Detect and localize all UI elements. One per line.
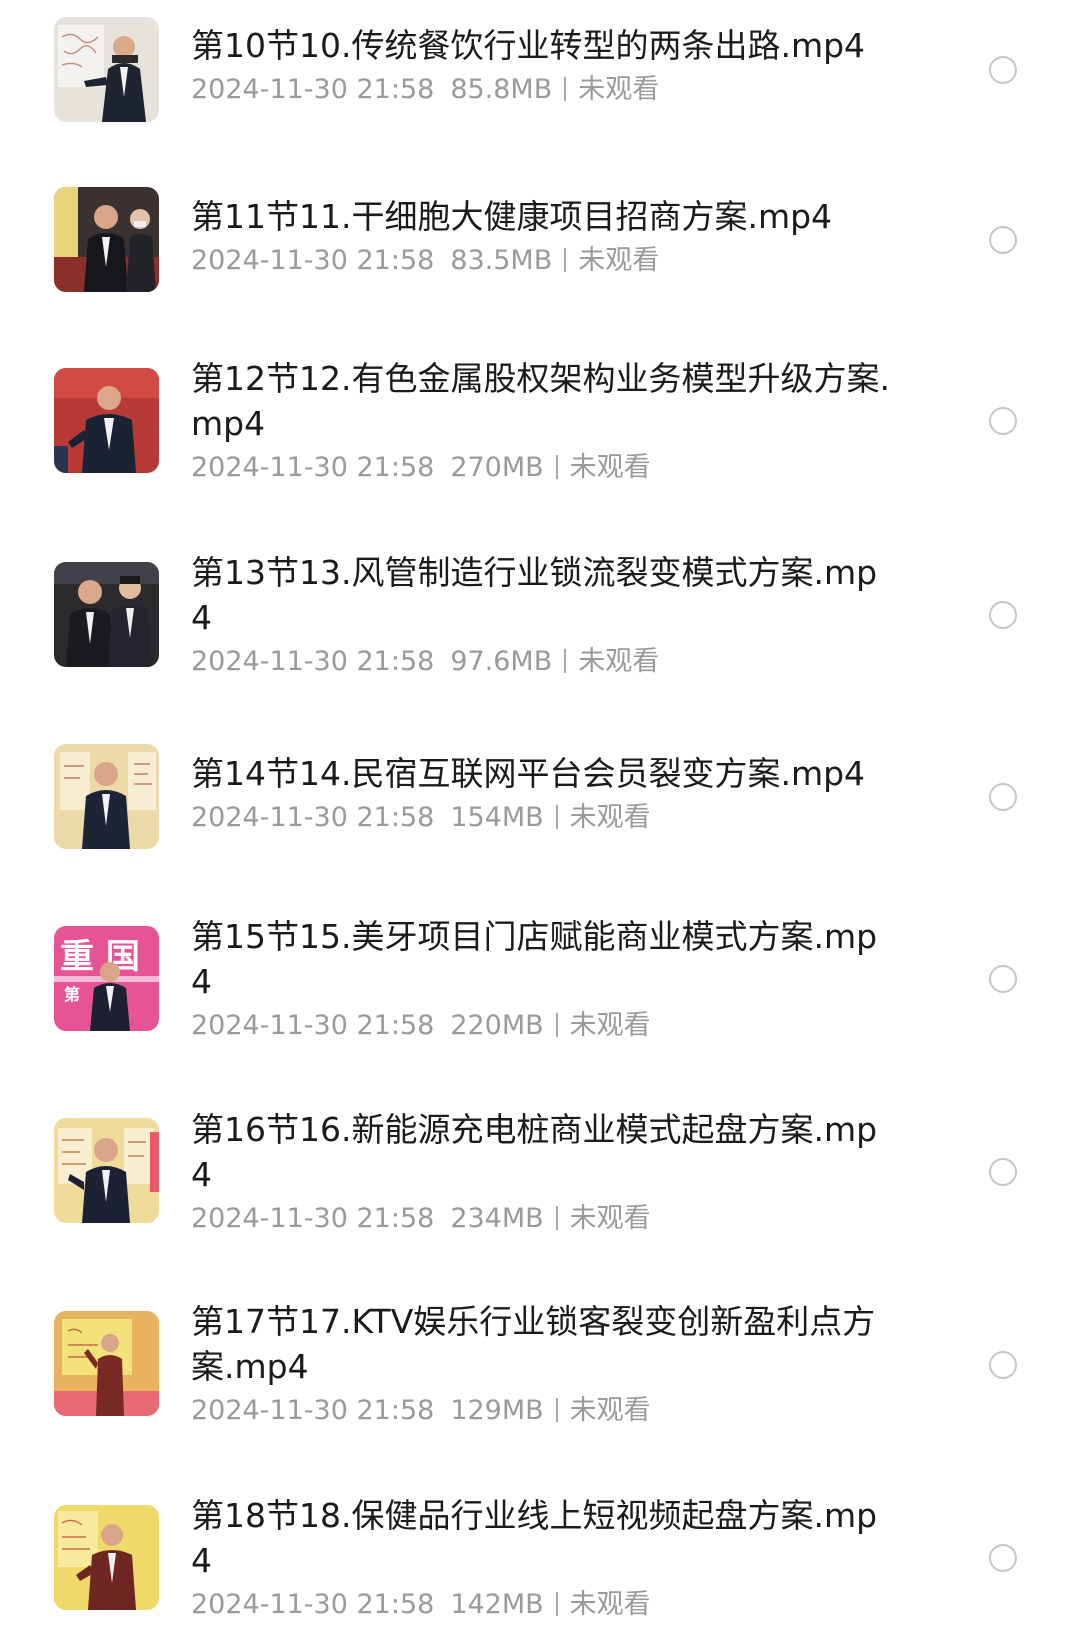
meta-separator: [555, 1013, 558, 1037]
file-size: 85.8MB: [450, 74, 553, 105]
file-size: 234MB: [450, 1203, 544, 1234]
file-size: 129MB: [450, 1395, 544, 1426]
watch-status: 未观看: [578, 74, 660, 105]
file-date: 2024-11-30 21:58: [191, 1395, 435, 1426]
file-meta: 2024-11-30 21:58 97.6MB 未观看: [191, 642, 893, 682]
thumbnail-text: 重 国: [60, 937, 140, 977]
select-radio-icon[interactable]: [989, 1351, 1017, 1379]
meta-separator: [555, 1398, 558, 1422]
meta-separator: [555, 1206, 558, 1230]
file-name: 第18节18.保健品行业线上短视频起盘方案.mp4: [191, 1496, 878, 1580]
file-date: 2024-11-30 21:58: [191, 1203, 435, 1234]
file-size: 220MB: [450, 1010, 544, 1041]
file-size: 83.5MB: [450, 245, 553, 276]
video-thumbnail-icon[interactable]: [54, 1505, 159, 1610]
watch-status: 未观看: [578, 245, 660, 276]
file-meta: 2024-11-30 21:58 142MB 未观看: [191, 1585, 893, 1625]
file-meta: 2024-11-30 21:58 129MB 未观看: [191, 1391, 893, 1431]
select-radio-icon[interactable]: [989, 226, 1017, 254]
video-thumbnail-image: [54, 1118, 159, 1223]
video-thumbnail-icon[interactable]: [54, 1311, 159, 1416]
select-radio-icon[interactable]: [989, 1158, 1017, 1186]
file-date: 2024-11-30 21:58: [191, 802, 435, 833]
watch-status: 未观看: [569, 1203, 651, 1234]
video-thumbnail-image: [54, 562, 159, 667]
file-meta: 2024-11-30 21:58 83.5MB 未观看: [191, 241, 893, 281]
file-list: 第10节10.传统餐饮行业转型的两条出路.mp4 2024-11-30 21:5…: [0, 0, 1080, 1638]
video-thumbnail-image: [54, 187, 159, 292]
file-meta: 2024-11-30 21:58 220MB 未观看: [191, 1006, 893, 1046]
file-date: 2024-11-30 21:58: [191, 1010, 435, 1041]
video-thumbnail-icon[interactable]: [54, 1118, 159, 1223]
video-thumbnail-icon[interactable]: [54, 744, 159, 849]
file-size: 154MB: [450, 802, 544, 833]
meta-separator: [564, 248, 567, 272]
video-thumbnail-icon[interactable]: [54, 368, 159, 473]
meta-separator: [555, 455, 558, 479]
video-thumbnail-image: [54, 1505, 159, 1610]
meta-separator: [564, 77, 567, 101]
video-thumbnail-icon[interactable]: [54, 562, 159, 667]
file-name: 第10节10.传统餐饮行业转型的两条出路.mp4: [191, 26, 866, 65]
select-radio-icon[interactable]: [989, 965, 1017, 993]
file-size: 270MB: [450, 452, 544, 483]
meta-separator: [564, 649, 567, 673]
video-thumbnail-icon[interactable]: 重 国 第: [54, 926, 159, 1031]
video-thumbnail-image: [54, 17, 159, 122]
file-name: 第12节12.有色金属股权架构业务模型升级方案.mp4: [191, 359, 890, 443]
file-name: 第13节13.风管制造行业锁流裂变模式方案.mp4: [191, 553, 878, 637]
meta-separator: [555, 805, 558, 829]
video-thumbnail-image: 重 国 第: [54, 926, 159, 1031]
file-date: 2024-11-30 21:58: [191, 245, 435, 276]
select-radio-icon[interactable]: [989, 783, 1017, 811]
file-meta: 2024-11-30 21:58 85.8MB 未观看: [191, 70, 893, 110]
file-meta: 2024-11-30 21:58 234MB 未观看: [191, 1199, 893, 1239]
thumbnail-subtext: 第: [64, 985, 80, 1004]
file-name: 第15节15.美牙项目门店赋能商业模式方案.mp4: [191, 917, 878, 1001]
file-name: 第17节17.KTV娱乐行业锁客裂变创新盈利点方案.mp4: [191, 1302, 876, 1386]
file-date: 2024-11-30 21:58: [191, 1589, 435, 1620]
select-radio-icon[interactable]: [989, 601, 1017, 629]
file-size: 142MB: [450, 1589, 544, 1620]
file-meta: 2024-11-30 21:58 270MB 未观看: [191, 448, 893, 488]
file-meta: 2024-11-30 21:58 154MB 未观看: [191, 798, 893, 838]
video-thumbnail-icon[interactable]: [54, 17, 159, 122]
watch-status: 未观看: [569, 1010, 651, 1041]
file-date: 2024-11-30 21:58: [191, 452, 435, 483]
watch-status: 未观看: [569, 1589, 651, 1620]
select-radio-icon[interactable]: [989, 56, 1017, 84]
file-size: 97.6MB: [450, 646, 553, 677]
file-date: 2024-11-30 21:58: [191, 74, 435, 105]
file-date: 2024-11-30 21:58: [191, 646, 435, 677]
watch-status: 未观看: [569, 802, 651, 833]
watch-status: 未观看: [578, 646, 660, 677]
watch-status: 未观看: [569, 1395, 651, 1426]
video-thumbnail-image: [54, 1311, 159, 1416]
file-name: 第16节16.新能源充电桩商业模式起盘方案.mp4: [191, 1110, 878, 1194]
meta-separator: [555, 1592, 558, 1616]
select-radio-icon[interactable]: [989, 407, 1017, 435]
video-thumbnail-image: [54, 744, 159, 849]
file-name: 第11节11.干细胞大健康项目招商方案.mp4: [191, 197, 833, 236]
video-thumbnail-image: [54, 368, 159, 473]
video-thumbnail-icon[interactable]: [54, 187, 159, 292]
file-name: 第14节14.民宿互联网平台会员裂变方案.mp4: [191, 754, 866, 793]
watch-status: 未观看: [569, 452, 651, 483]
select-radio-icon[interactable]: [989, 1544, 1017, 1572]
